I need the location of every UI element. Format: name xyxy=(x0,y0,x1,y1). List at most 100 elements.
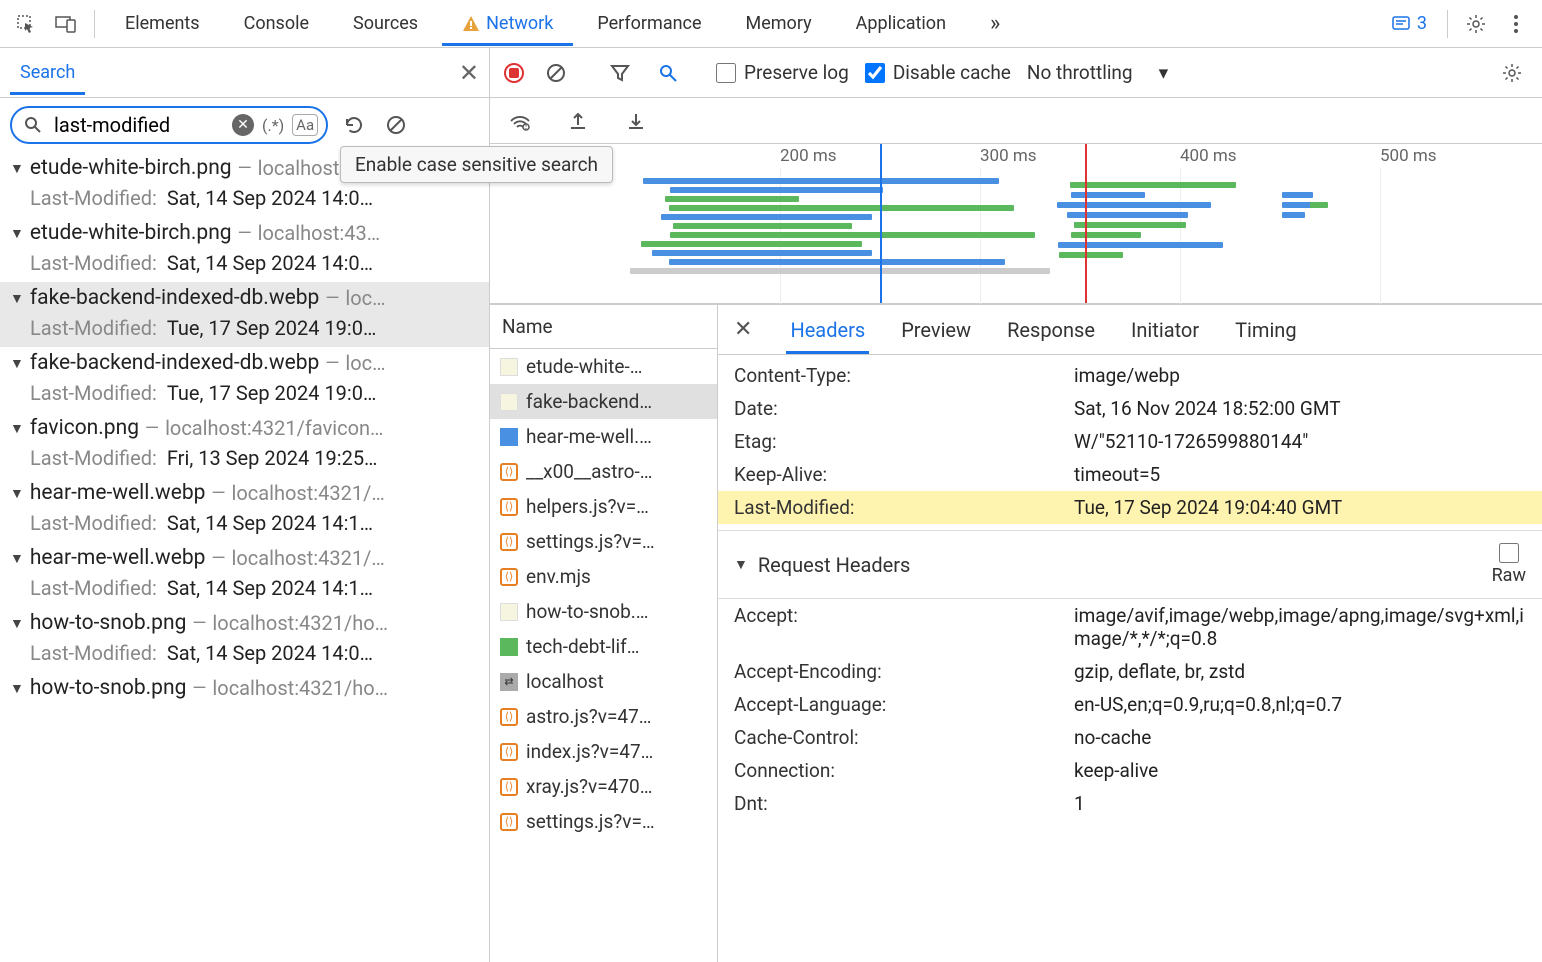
image-icon xyxy=(500,603,518,621)
timeline-tick: 500 ms xyxy=(1380,146,1437,166)
response-header-row: Etag:W/"52110-1726599880144" xyxy=(718,425,1542,458)
tab-application[interactable]: Application xyxy=(836,2,966,45)
clear-input-icon[interactable]: ✕ xyxy=(232,114,254,136)
tab-headers[interactable]: Headers xyxy=(786,307,869,353)
issues-button[interactable]: 3 xyxy=(1381,13,1437,34)
request-item[interactable]: tech-debt-lif… xyxy=(490,629,717,664)
request-item[interactable]: ⟨⟩index.js?v=47… xyxy=(490,734,717,769)
tab-preview[interactable]: Preview xyxy=(897,307,975,353)
filter-icon[interactable] xyxy=(604,57,636,89)
request-name: hear-me-well.… xyxy=(526,425,652,448)
regex-toggle[interactable]: (.*) xyxy=(262,116,284,135)
tab-initiator[interactable]: Initiator xyxy=(1127,307,1203,353)
tab-elements[interactable]: Elements xyxy=(105,2,220,45)
request-headers-section[interactable]: ▼Request HeadersRaw xyxy=(718,530,1542,599)
timeline-bar xyxy=(1071,232,1141,238)
settings-icon[interactable] xyxy=(1458,6,1494,42)
tab-console[interactable]: Console xyxy=(224,2,329,45)
case-sensitive-toggle[interactable]: Aa xyxy=(292,114,318,136)
close-icon[interactable]: ✕ xyxy=(459,59,479,87)
disable-cache-checkbox[interactable]: Disable cache xyxy=(865,61,1011,84)
request-item[interactable]: ⟨⟩xray.js?v=470… xyxy=(490,769,717,804)
search-icon xyxy=(20,112,46,138)
result-location: localhost:4321/ho… xyxy=(212,676,388,700)
kebab-menu-icon[interactable] xyxy=(1498,6,1534,42)
image-icon xyxy=(500,393,518,411)
import-har-icon[interactable] xyxy=(620,105,652,137)
timeline-bar xyxy=(643,178,999,184)
search-result[interactable]: ▼favicon.png—localhost:4321/favicon…Last… xyxy=(0,412,489,477)
request-item[interactable]: ⟨⟩env.mjs xyxy=(490,559,717,594)
tab-timing[interactable]: Timing xyxy=(1231,307,1300,353)
tab-more[interactable]: » xyxy=(970,0,1020,47)
throttling-select[interactable]: No throttling▾ xyxy=(1027,61,1168,84)
request-item[interactable]: ⟨⟩settings.js?v=… xyxy=(490,804,717,839)
request-item[interactable]: ⟨⟩helpers.js?v=… xyxy=(490,489,717,524)
close-detail-icon[interactable]: ✕ xyxy=(728,317,758,342)
request-item[interactable]: ⇄localhost xyxy=(490,664,717,699)
tab-sources[interactable]: Sources xyxy=(333,2,438,45)
search-result[interactable]: ▼fake-backend-indexed-db.webp—loc…Last-M… xyxy=(0,282,489,347)
response-header-row: Keep-Alive:timeout=5 xyxy=(718,458,1542,491)
request-name: settings.js?v=… xyxy=(526,530,655,553)
result-filename: fake-backend-indexed-db.webp xyxy=(30,286,319,310)
timeline-bar xyxy=(1282,202,1314,208)
request-item[interactable]: hear-me-well.… xyxy=(490,419,717,454)
network-timeline[interactable]: 200 ms 300 ms 400 ms 500 ms xyxy=(490,144,1542,304)
result-location: loc… xyxy=(345,286,385,310)
timeline-bar xyxy=(652,250,872,256)
search-result[interactable]: ▼how-to-snob.png—localhost:4321/ho… xyxy=(0,672,489,713)
request-item[interactable]: ⟨⟩__x00__astro-… xyxy=(490,454,717,489)
raw-checkbox[interactable] xyxy=(1499,543,1519,563)
tab-memory[interactable]: Memory xyxy=(726,2,832,45)
response-header-row: Date:Sat, 16 Nov 2024 18:52:00 GMT xyxy=(718,392,1542,425)
result-key: Last-Modified: xyxy=(30,316,157,340)
clear-log-icon[interactable] xyxy=(540,57,572,89)
timeline-bar xyxy=(670,187,883,193)
network-conditions-icon[interactable] xyxy=(504,105,536,137)
request-name: xray.js?v=470… xyxy=(526,775,652,798)
request-item[interactable]: ⟨⟩astro.js?v=47… xyxy=(490,699,717,734)
search-result[interactable]: ▼etude-white-birch.png—localhost:43…Last… xyxy=(0,217,489,282)
tab-network[interactable]: Network xyxy=(442,2,573,45)
network-settings-icon[interactable] xyxy=(1496,57,1528,89)
timeline-tick: 200 ms xyxy=(780,146,837,166)
search-result[interactable]: ▼fake-backend-indexed-db.webp—loc…Last-M… xyxy=(0,347,489,412)
result-key: Last-Modified: xyxy=(30,511,157,535)
search-result[interactable]: ▼hear-me-well.webp—localhost:4321/…Last-… xyxy=(0,542,489,607)
document-icon: ⇄ xyxy=(500,673,518,691)
search-result[interactable]: ▼how-to-snob.png—localhost:4321/ho…Last-… xyxy=(0,607,489,672)
clear-icon[interactable] xyxy=(380,109,412,141)
tooltip: Enable case sensitive search xyxy=(340,146,613,183)
tab-performance[interactable]: Performance xyxy=(577,2,721,45)
disclosure-triangle-icon: ▼ xyxy=(10,550,24,567)
result-value: Sat, 14 Sep 2024 14:0… xyxy=(167,186,373,210)
search-input[interactable] xyxy=(54,113,224,137)
tab-response[interactable]: Response xyxy=(1003,307,1099,353)
refresh-icon[interactable] xyxy=(338,109,370,141)
disclosure-triangle-icon: ▼ xyxy=(10,615,24,632)
timeline-bar xyxy=(1059,252,1123,258)
device-toggle-icon[interactable] xyxy=(48,6,84,42)
request-name: env.mjs xyxy=(526,565,591,588)
search-results: ▼etude-white-birch.png—localhost:43…Last… xyxy=(0,152,489,962)
request-name: etude-white-… xyxy=(526,355,642,378)
request-item[interactable]: how-to-snob.… xyxy=(490,594,717,629)
inspect-element-icon[interactable] xyxy=(8,6,44,42)
js-file-icon: ⟨⟩ xyxy=(500,463,518,481)
search-toolbar-icon[interactable] xyxy=(652,57,684,89)
disclosure-triangle-icon: ▼ xyxy=(10,160,24,177)
network-panel: Preserve log Disable cache No throttling… xyxy=(490,48,1542,962)
request-header-row: Connection:keep-alive xyxy=(718,754,1542,787)
request-list-header[interactable]: Name xyxy=(490,305,717,349)
request-item[interactable]: fake-backend… xyxy=(490,384,717,419)
search-result[interactable]: ▼hear-me-well.webp—localhost:4321/…Last-… xyxy=(0,477,489,542)
disclosure-triangle-icon: ▼ xyxy=(734,556,748,573)
record-button[interactable] xyxy=(504,63,524,83)
export-har-icon[interactable] xyxy=(562,105,594,137)
result-filename: how-to-snob.png xyxy=(30,676,187,700)
preserve-log-checkbox[interactable]: Preserve log xyxy=(716,61,849,84)
request-item[interactable]: ⟨⟩settings.js?v=… xyxy=(490,524,717,559)
search-tab[interactable]: Search xyxy=(10,51,85,94)
request-item[interactable]: etude-white-… xyxy=(490,349,717,384)
